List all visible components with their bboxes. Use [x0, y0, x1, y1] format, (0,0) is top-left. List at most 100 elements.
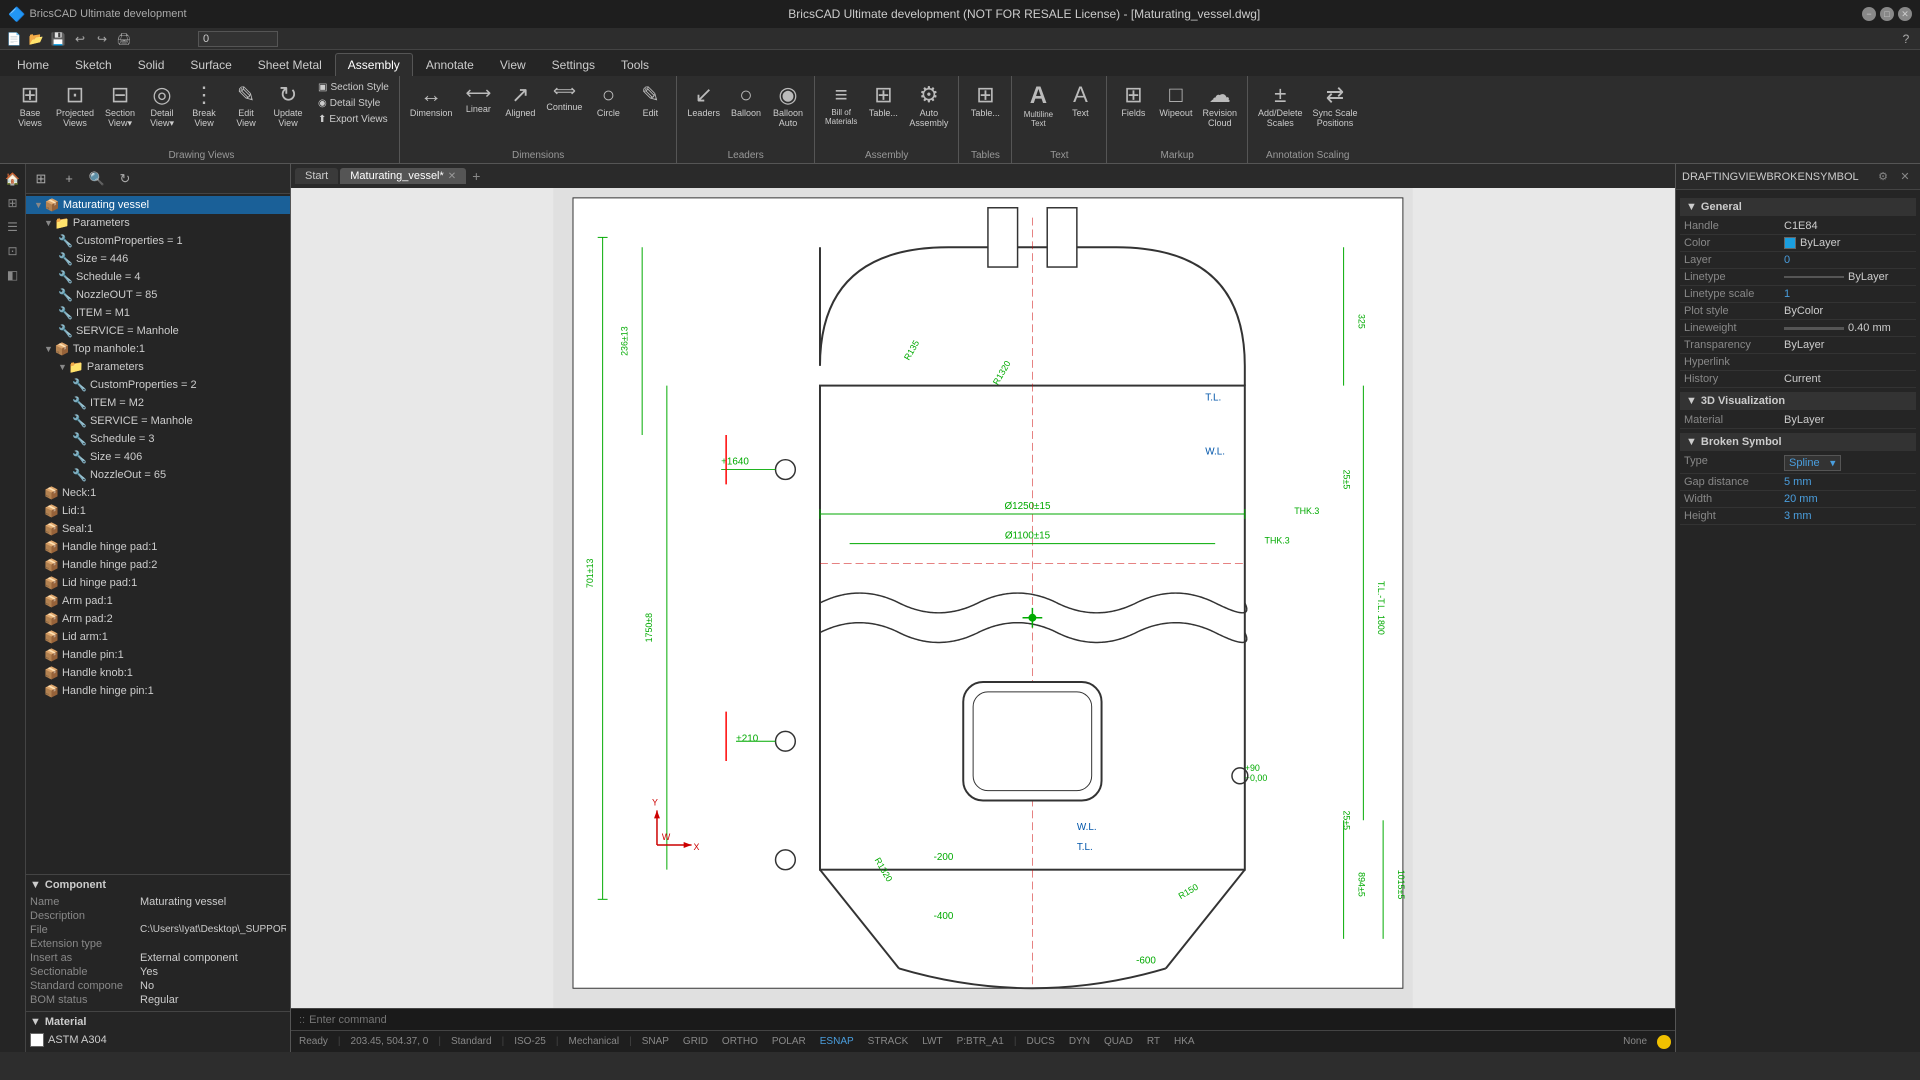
- tree-item-seal[interactable]: 📦 Seal:1: [26, 520, 290, 538]
- qa-redo[interactable]: ↪: [92, 29, 112, 49]
- properties-close-button[interactable]: ✕: [1896, 168, 1914, 186]
- rt-toggle[interactable]: RT: [1143, 1036, 1164, 1047]
- canvas-area[interactable]: 701±13 325 T.L.-T.L. 1800 894±5 1015±5 2…: [291, 188, 1675, 1008]
- type-dropdown[interactable]: Spline ▾: [1784, 455, 1841, 471]
- model-browser-icon[interactable]: 🏠: [2, 168, 24, 190]
- close-button[interactable]: ✕: [1898, 7, 1912, 21]
- filter-icon[interactable]: ⊞: [28, 166, 54, 192]
- add-tab-button[interactable]: +: [468, 168, 484, 184]
- tab-view[interactable]: View: [487, 53, 539, 76]
- tree-item-lid-hinge[interactable]: 📦 Lid hinge pad:1: [26, 574, 290, 592]
- auto-assembly-button[interactable]: ⚙ AutoAssembly: [905, 80, 952, 130]
- snap-toggle[interactable]: SNAP: [638, 1036, 673, 1047]
- add-icon[interactable]: +: [56, 166, 82, 192]
- tab-annotate[interactable]: Annotate: [413, 53, 487, 76]
- tab-settings[interactable]: Settings: [539, 53, 608, 76]
- command-input-field[interactable]: [309, 1014, 1667, 1026]
- broken-symbol-section-header[interactable]: ▼ Broken Symbol: [1680, 433, 1916, 451]
- tree-item-custprops[interactable]: 🔧 CustomProperties = 1: [26, 232, 290, 250]
- tree-item-service2[interactable]: 🔧 SERVICE = Manhole: [26, 412, 290, 430]
- table-button[interactable]: ⊞ Table...: [863, 80, 903, 120]
- tree-item-nozzle2[interactable]: 🔧 NozzleOut = 65: [26, 466, 290, 484]
- tree-item-nozzle[interactable]: 🔧 NozzleOUT = 85: [26, 286, 290, 304]
- tab-drawing[interactable]: Maturating_vessel* ✕: [340, 168, 466, 184]
- tree-item-schedule2[interactable]: 🔧 Schedule = 3: [26, 430, 290, 448]
- search-icon[interactable]: 🔍: [84, 166, 110, 192]
- tree-item-size2[interactable]: 🔧 Size = 406: [26, 448, 290, 466]
- tree-item-size[interactable]: 🔧 Size = 446: [26, 250, 290, 268]
- tab-sheetmetal[interactable]: Sheet Metal: [245, 53, 335, 76]
- tool3-icon[interactable]: ◧: [2, 264, 24, 286]
- tree-item-item2[interactable]: 🔧 ITEM = M2: [26, 394, 290, 412]
- qa-save[interactable]: 💾: [48, 29, 68, 49]
- tree-item-custprops2[interactable]: 🔧 CustomProperties = 2: [26, 376, 290, 394]
- polar-toggle[interactable]: POLAR: [768, 1036, 810, 1047]
- properties-config-button[interactable]: ⚙: [1874, 168, 1892, 186]
- tab-assembly[interactable]: Assembly: [335, 53, 413, 76]
- tree-item-lid-arm[interactable]: 📦 Lid arm:1: [26, 628, 290, 646]
- text-button[interactable]: A Text: [1060, 80, 1100, 120]
- hka-toggle[interactable]: HKA: [1170, 1036, 1199, 1047]
- wipeout-button[interactable]: □ Wipeout: [1155, 80, 1196, 120]
- tree-item-arm2[interactable]: 📦 Arm pad:2: [26, 610, 290, 628]
- tree-item-handle-pin[interactable]: 📦 Handle pin:1: [26, 646, 290, 664]
- tree-item-handle-knob[interactable]: 📦 Handle knob:1: [26, 664, 290, 682]
- qa-new[interactable]: 📄: [4, 29, 24, 49]
- tree-item-arm1[interactable]: 📦 Arm pad:1: [26, 592, 290, 610]
- add-delete-scales-button[interactable]: ± Add/DeleteScales: [1254, 80, 1307, 130]
- tree-item-item[interactable]: 🔧 ITEM = M1: [26, 304, 290, 322]
- tab-surface[interactable]: Surface: [177, 53, 244, 76]
- edit-view-button[interactable]: ✎ EditView: [226, 80, 266, 130]
- ducs-toggle[interactable]: DUCS: [1022, 1036, 1058, 1047]
- blocks-icon[interactable]: ⊡: [2, 240, 24, 262]
- tree-item-parameters2[interactable]: ▼ 📁 Parameters: [26, 358, 290, 376]
- detail-style-button[interactable]: ◉Detail Style: [314, 96, 393, 111]
- edit-dim-button[interactable]: ✎ Edit: [630, 80, 670, 120]
- tree-item-handle-hinge2[interactable]: 📦 Handle hinge pad:2: [26, 556, 290, 574]
- tree-item-top-manhole[interactable]: ▼ 📦 Top manhole:1: [26, 340, 290, 358]
- tree-item-handle-hinge1[interactable]: 📦 Handle hinge pad:1: [26, 538, 290, 556]
- fields-button[interactable]: ⊞ Fields: [1113, 80, 1153, 120]
- update-view-button[interactable]: ↻ UpdateView: [268, 80, 308, 130]
- tree-item-lid[interactable]: 📦 Lid:1: [26, 502, 290, 520]
- minimize-button[interactable]: −: [1862, 7, 1876, 21]
- qa-print[interactable]: 🖨: [114, 29, 134, 49]
- tab-tools[interactable]: Tools: [608, 53, 662, 76]
- tables-button[interactable]: ⊞ Table...: [965, 80, 1005, 120]
- export-views-button[interactable]: ⬆Export Views: [314, 112, 393, 127]
- tab-solid[interactable]: Solid: [125, 53, 178, 76]
- 3d-viz-section-header[interactable]: ▼ 3D Visualization: [1680, 392, 1916, 410]
- dimension-button[interactable]: ↔ Dimension: [406, 80, 457, 120]
- qa-help[interactable]: ?: [1896, 29, 1916, 49]
- detail-view-button[interactable]: ◎ DetailView▾: [142, 80, 182, 131]
- projected-views-button[interactable]: ⊡ ProjectedViews: [52, 80, 98, 130]
- continue-button[interactable]: ⟺ Continue: [542, 80, 586, 114]
- tab-home[interactable]: Home: [4, 53, 62, 76]
- tree-item-handle-hinge-pin[interactable]: 📦 Handle hinge pin:1: [26, 682, 290, 700]
- tree-item-schedule[interactable]: 🔧 Schedule = 4: [26, 268, 290, 286]
- strack-toggle[interactable]: STRACK: [864, 1036, 913, 1047]
- section-view-button[interactable]: ⊟ SectionView▾: [100, 80, 140, 131]
- aligned-button[interactable]: ↗ Aligned: [500, 80, 540, 120]
- sync-scale-button[interactable]: ⇄ Sync ScalePositions: [1309, 80, 1362, 130]
- tab-sketch[interactable]: Sketch: [62, 53, 125, 76]
- maximize-button[interactable]: □: [1880, 7, 1894, 21]
- section-style-button[interactable]: ▣Section Style: [314, 80, 393, 95]
- linear-button[interactable]: ⟷ Linear: [458, 80, 498, 116]
- tree-item-parameters[interactable]: ▼ 📁 Parameters: [26, 214, 290, 232]
- break-view-button[interactable]: ⋮ BreakView: [184, 80, 224, 130]
- tree-item-service[interactable]: 🔧 SERVICE = Manhole: [26, 322, 290, 340]
- leaders-button[interactable]: ↙ Leaders: [683, 80, 724, 120]
- bill-of-materials-button[interactable]: ≡ Bill ofMaterials: [821, 80, 861, 128]
- command-input-top[interactable]: [198, 31, 278, 47]
- qa-open[interactable]: 📂: [26, 29, 46, 49]
- dyn-toggle[interactable]: DYN: [1065, 1036, 1094, 1047]
- grid-toggle[interactable]: GRID: [679, 1036, 712, 1047]
- circle-dim-button[interactable]: ○ Circle: [588, 80, 628, 120]
- balloon-button[interactable]: ○ Balloon: [726, 80, 766, 120]
- esnap-toggle[interactable]: ESNAP: [816, 1036, 858, 1047]
- revision-cloud-button[interactable]: ☁ RevisionCloud: [1198, 80, 1241, 130]
- balloon-auto-button[interactable]: ◉ BalloonAuto: [768, 80, 808, 130]
- close-drawing-tab[interactable]: ✕: [448, 171, 456, 182]
- qa-undo[interactable]: ↩: [70, 29, 90, 49]
